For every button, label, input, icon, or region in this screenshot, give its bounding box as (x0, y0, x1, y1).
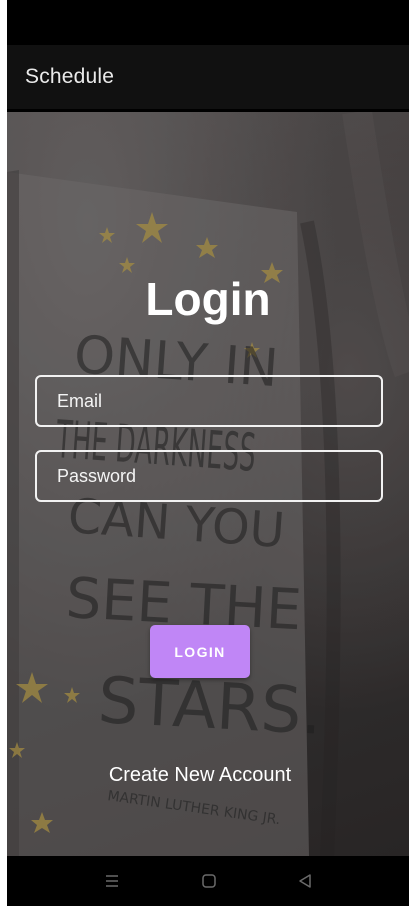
navigation-bar (7, 856, 409, 906)
menu-icon[interactable] (92, 856, 132, 906)
login-screen: ONLY IN THE DARKNESS CAN YOU SEE THE STA… (7, 112, 409, 856)
password-field[interactable] (35, 450, 383, 502)
app-bar: Schedule (7, 45, 409, 109)
home-icon[interactable] (189, 856, 229, 906)
app-title: Schedule (25, 65, 115, 88)
phone-screen: Schedule ONLY IN THE DARKNESS (7, 0, 409, 906)
status-bar (7, 0, 409, 45)
password-input[interactable] (37, 452, 381, 500)
back-icon[interactable] (285, 856, 325, 906)
email-input[interactable] (37, 377, 381, 425)
email-field[interactable] (35, 375, 383, 427)
create-account-link[interactable]: Create New Account (7, 764, 393, 787)
login-button[interactable]: LOGIN (150, 625, 250, 678)
login-title: Login (145, 273, 271, 325)
